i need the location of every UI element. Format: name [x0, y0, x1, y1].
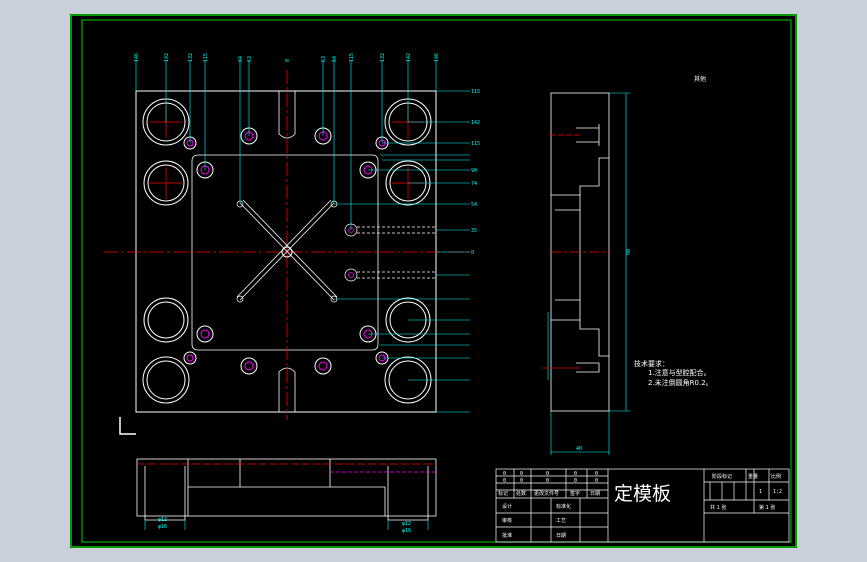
zero-7: 0: [520, 478, 523, 484]
dim-top-4: 115: [203, 53, 209, 62]
drawing-sheet: [70, 14, 797, 548]
label-date: 日期: [556, 533, 566, 539]
dim-right-54: 54: [471, 202, 477, 208]
label-std: 标准化: [556, 503, 571, 510]
zero-6: 0: [503, 478, 506, 484]
dim-top-7: 0: [285, 59, 291, 62]
row-label-count: 处数: [516, 490, 526, 497]
side-width-dim: 40: [576, 446, 582, 452]
tech-line-2: 2.未注倒圆角R0.2。: [648, 378, 713, 387]
dim-right-35: 35: [471, 228, 477, 234]
zero-1: 0: [503, 471, 506, 477]
row-label-date: 日期: [590, 491, 600, 497]
sheets-total: 共 1 张: [710, 504, 726, 511]
dim-top-13: 146: [434, 53, 440, 62]
dim-top-6: 63: [247, 56, 253, 62]
zero-4: 0: [574, 471, 577, 477]
side-height-dim: 90: [626, 249, 632, 255]
row-label-sign: 签字: [570, 490, 580, 497]
bottom-phi-top-left: φ12: [158, 517, 167, 523]
zero-8: 0: [546, 478, 549, 484]
row-label-change: 更改文件号: [534, 490, 559, 497]
count-one: 1: [759, 489, 762, 495]
stage-label: 阶段标记: [712, 473, 732, 480]
label-check: 审核: [502, 517, 512, 524]
zero-9: 0: [574, 478, 577, 484]
zero-5: 0: [595, 471, 598, 477]
scale-value: 1:2: [773, 489, 782, 495]
label-design: 设计: [502, 503, 512, 510]
bottom-phi-bottom-right: φ16: [402, 528, 411, 534]
title-part-name: 定模板: [614, 483, 671, 505]
bottom-phi-bottom-left: φ16: [158, 524, 167, 530]
dim-right-115-top: 115: [471, 89, 480, 95]
label-approve: 批准: [502, 532, 512, 539]
dim-top-12: 142: [406, 53, 412, 62]
dim-top-2: 142: [164, 53, 170, 62]
tech-title: 技术要求：: [634, 359, 669, 368]
dim-top-1: 146: [134, 53, 140, 62]
zero-2: 0: [520, 471, 523, 477]
dim-top-5: 84: [238, 56, 244, 62]
cad-drawing: 146 142 132 115 84 63 0 63 84 115 132 14…: [0, 0, 867, 562]
dim-top-11: 132: [380, 53, 386, 62]
bottom-phi-top-right: φ12: [402, 521, 411, 527]
dim-right-0: 0: [471, 250, 474, 256]
scale-label: 比例: [771, 473, 781, 480]
dim-top-3: 132: [188, 53, 194, 62]
dim-right-90: 90: [471, 168, 477, 174]
row-label-mark: 标记: [498, 490, 508, 497]
label-craft: 工艺: [556, 518, 566, 524]
dim-right-74: 74: [471, 181, 477, 187]
dim-top-10: 115: [349, 53, 355, 62]
sheet-no: 第 1 张: [759, 504, 775, 511]
dim-top-9: 84: [332, 56, 338, 62]
dim-top-8: 63: [321, 56, 327, 62]
weight-label: 重量: [748, 473, 758, 480]
tech-line-1: 1.注意与型腔配合。: [648, 368, 711, 377]
dim-right-115: 115: [471, 141, 480, 147]
tech-top-label: 其他: [694, 75, 706, 83]
dim-right-142: 142: [471, 120, 480, 126]
zero-3: 0: [546, 471, 549, 477]
zero-10: 0: [595, 478, 598, 484]
